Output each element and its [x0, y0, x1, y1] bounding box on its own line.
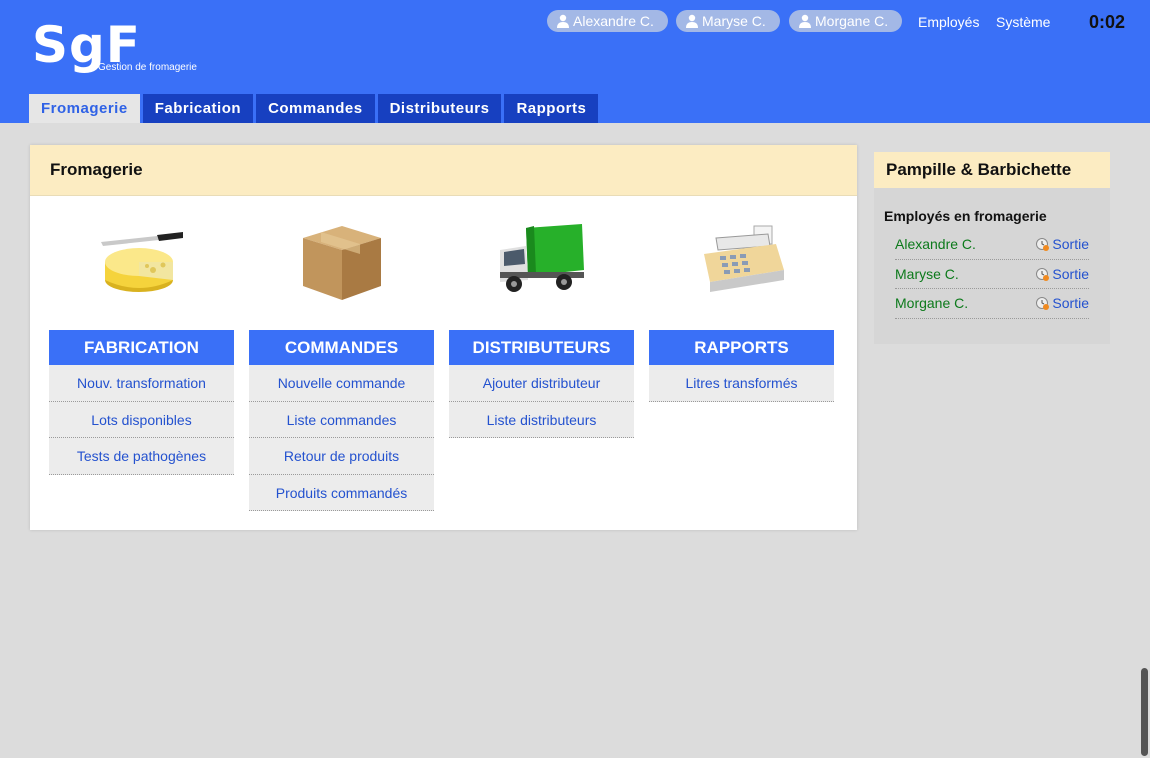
tab-commandes[interactable]: Commandes: [256, 94, 375, 123]
employee-row: Alexandre C. Sortie: [895, 230, 1089, 260]
page-scrollbar[interactable]: [1141, 668, 1148, 756]
tab-fabrication[interactable]: Fabrication: [142, 94, 254, 123]
panel-title: Fromagerie: [30, 145, 857, 196]
employee-row: Morgane C. Sortie: [895, 289, 1089, 319]
user-pill-morgane[interactable]: Morgane C.: [789, 10, 903, 32]
clock-out-icon: [1036, 238, 1050, 251]
employee-name[interactable]: Maryse C.: [895, 266, 959, 282]
employee-list: Alexandre C. Sortie Maryse C. Sortie Mor…: [895, 230, 1089, 319]
menu-item-produits-commandes[interactable]: Produits commandés: [249, 474, 434, 511]
rapports-column: RAPPORTS Litres transformés: [649, 220, 834, 402]
employee-name[interactable]: Morgane C.: [895, 295, 968, 311]
user-pill-label: Alexandre C.: [573, 13, 654, 29]
user-pill-label: Morgane C.: [815, 13, 889, 29]
employes-link[interactable]: Employés: [918, 14, 979, 30]
fromagerie-panel: Fromagerie FABRICATION Nouv. transformat…: [30, 145, 857, 530]
user-pill-maryse[interactable]: Maryse C.: [676, 10, 780, 32]
commandes-heading[interactable]: COMMANDES: [249, 330, 434, 365]
employee-name[interactable]: Alexandre C.: [895, 236, 976, 252]
clock-out-icon: [1036, 297, 1050, 310]
menu-item-lots-disponibles[interactable]: Lots disponibles: [49, 401, 234, 438]
user-icon: [686, 14, 698, 28]
box-icon: [249, 220, 434, 330]
tab-distributeurs[interactable]: Distributeurs: [377, 94, 502, 123]
sortie-label: Sortie: [1052, 265, 1089, 282]
tab-fromagerie[interactable]: Fromagerie: [29, 94, 140, 123]
sortie-button[interactable]: Sortie: [1036, 260, 1089, 289]
user-icon: [557, 14, 569, 28]
logo-subtitle: Gestion de fromagerie: [98, 62, 197, 73]
menu-item-nouv-transformation[interactable]: Nouv. transformation: [49, 365, 234, 402]
menu-item-liste-commandes[interactable]: Liste commandes: [249, 401, 434, 438]
clock-out-icon: [1036, 267, 1050, 281]
menu-item-tests-pathogenes[interactable]: Tests de pathogènes: [49, 438, 234, 475]
user-pill-label: Maryse C.: [702, 13, 766, 29]
rapports-heading[interactable]: RAPPORTS: [649, 330, 834, 365]
fabrication-heading[interactable]: FABRICATION: [49, 330, 234, 365]
cheese-knife-icon: [49, 220, 234, 330]
cash-register-icon: [649, 220, 834, 330]
menu-item-retour-produits[interactable]: Retour de produits: [249, 438, 434, 475]
sortie-label: Sortie: [1052, 295, 1089, 311]
systeme-link[interactable]: Système: [996, 14, 1050, 30]
main-tabs: Fromagerie Fabrication Commandes Distrib…: [29, 94, 599, 123]
menu-item-nouvelle-commande[interactable]: Nouvelle commande: [249, 365, 434, 402]
sortie-label: Sortie: [1052, 236, 1089, 252]
menu-item-ajouter-distributeur[interactable]: Ajouter distributeur: [449, 365, 634, 402]
distributeurs-heading[interactable]: DISTRIBUTEURS: [449, 330, 634, 365]
tab-rapports[interactable]: Rapports: [504, 94, 599, 123]
sortie-button[interactable]: Sortie: [1036, 230, 1089, 259]
session-clock: 0:02: [1089, 12, 1126, 32]
menu-item-liste-distributeurs[interactable]: Liste distributeurs: [449, 401, 634, 438]
side-panel-subtitle: Employés en fromagerie: [884, 208, 1047, 224]
side-panel: Pampille & Barbichette Employés en froma…: [874, 152, 1110, 344]
app-header: SgF Gestion de fromagerie Alexandre C. M…: [0, 0, 1150, 123]
commandes-column: COMMANDES Nouvelle commande Liste comman…: [249, 220, 434, 511]
menu-item-litres-transformes[interactable]: Litres transformés: [649, 365, 834, 402]
user-pill-alexandre[interactable]: Alexandre C.: [547, 10, 668, 32]
logo[interactable]: SgF Gestion de fromagerie: [32, 18, 197, 73]
truck-icon: [449, 220, 634, 330]
distributeurs-column: DISTRIBUTEURS Ajouter distributeur Liste…: [449, 220, 634, 438]
fabrication-column: FABRICATION Nouv. transformation Lots di…: [49, 220, 234, 475]
user-icon: [799, 14, 811, 28]
employee-row: Maryse C. Sortie: [895, 260, 1089, 289]
sortie-button[interactable]: Sortie: [1036, 289, 1089, 318]
side-panel-title: Pampille & Barbichette: [874, 152, 1110, 188]
